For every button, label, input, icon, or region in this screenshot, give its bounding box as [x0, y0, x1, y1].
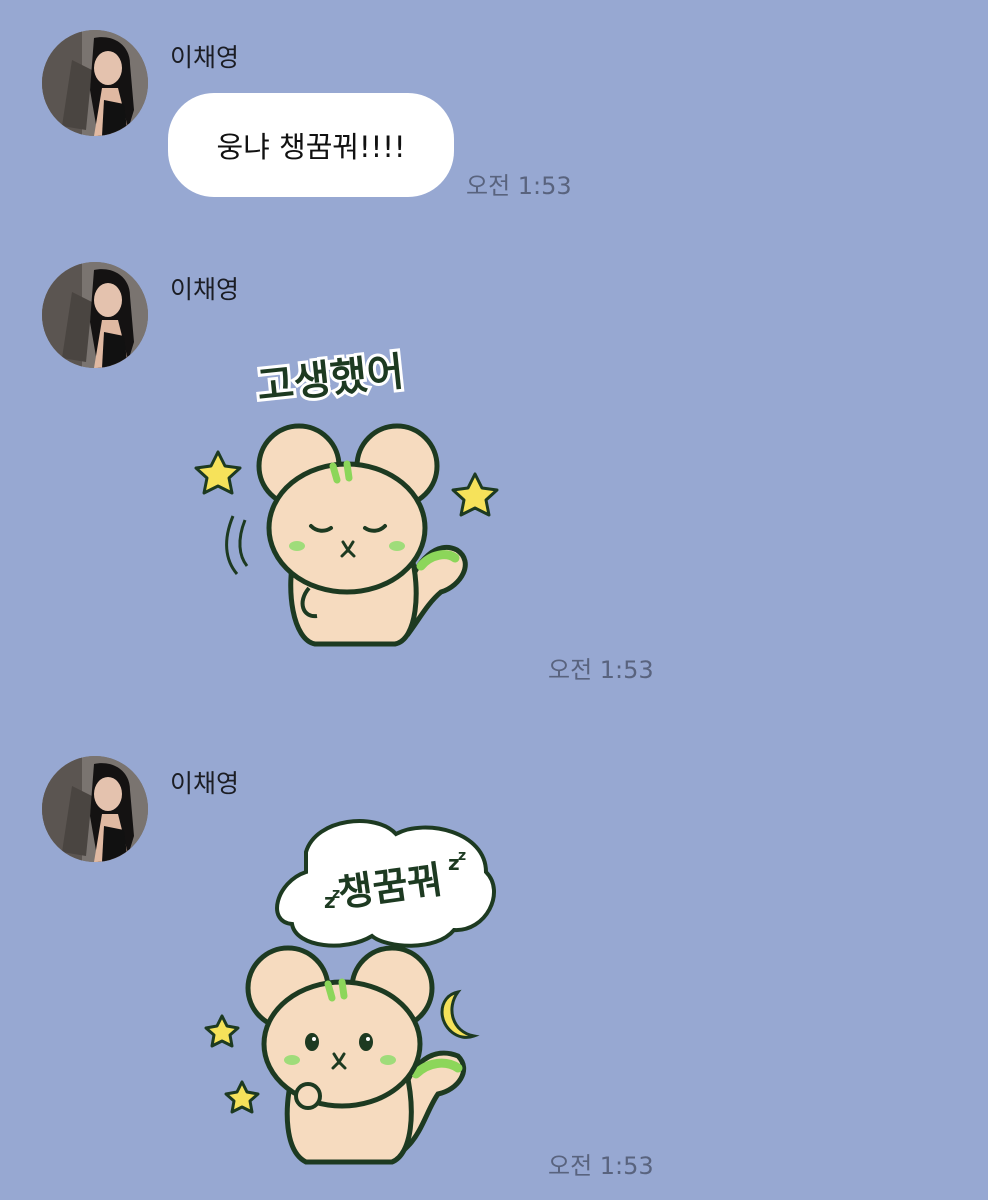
avatar[interactable]: [42, 30, 148, 136]
message-time: 오전 1:53: [548, 1152, 654, 1180]
svg-text:z: z: [458, 848, 466, 864]
sleepy-mouse-sticker[interactable]: 고생했어: [185, 340, 515, 660]
sender-name: 이채영: [170, 769, 240, 798]
sender-name: 이채영: [170, 275, 240, 304]
svg-text:z: z: [332, 886, 340, 902]
message-time: 오전 1:53: [466, 172, 572, 200]
sender-name: 이채영: [170, 43, 240, 72]
message-bubble[interactable]: 웅냐 챙꿈꿔!!!!: [168, 93, 454, 197]
message-time: 오전 1:53: [548, 656, 654, 684]
goodnight-mouse-sticker[interactable]: 챙꿈꿔 z z z z: [196, 812, 516, 1172]
avatar[interactable]: [42, 262, 148, 368]
avatar[interactable]: [42, 756, 148, 862]
sticker-caption: 고생했어: [255, 349, 406, 410]
